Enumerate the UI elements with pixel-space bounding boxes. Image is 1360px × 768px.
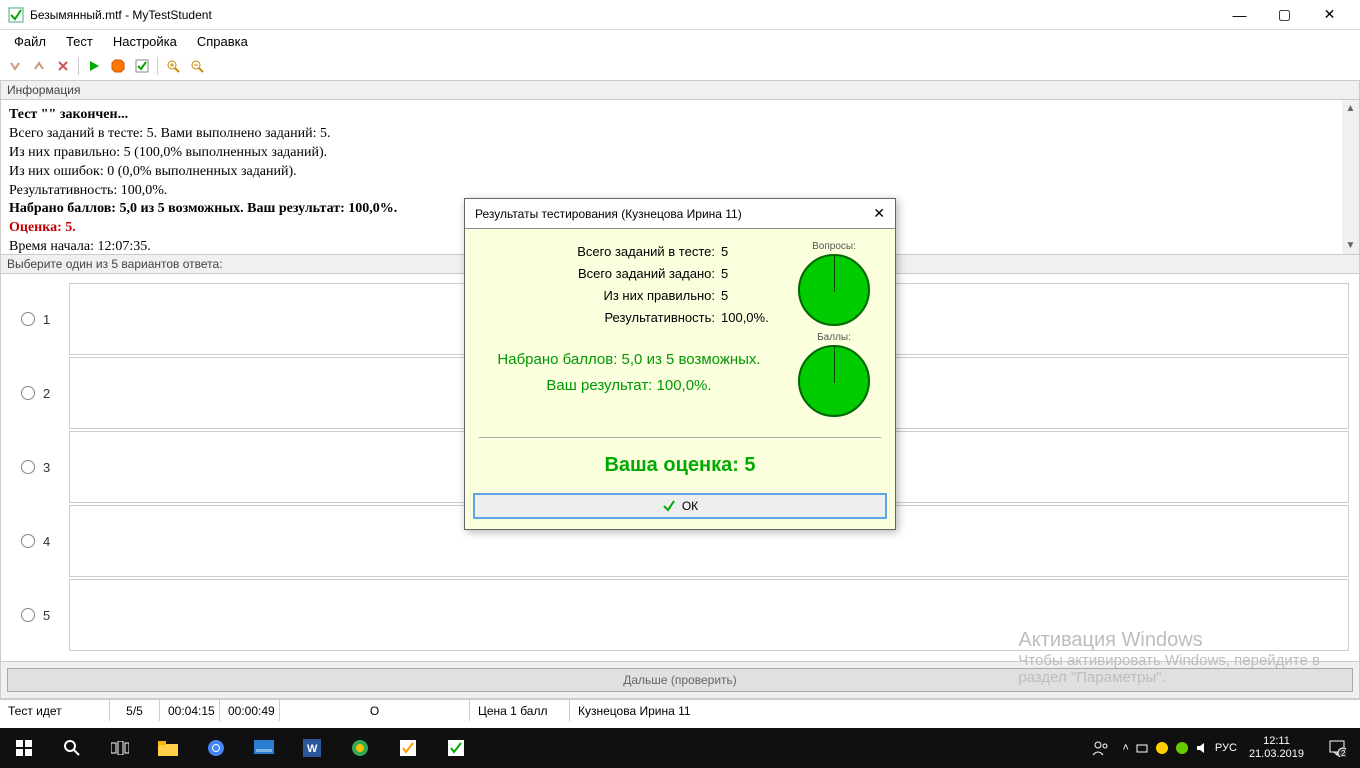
status-time2: 00:00:49 (220, 700, 280, 721)
app-icon-2[interactable] (384, 728, 432, 768)
menu-file[interactable]: Файл (4, 32, 56, 51)
dialog-titlebar: Результаты тестирования (Кузнецова Ирина… (465, 199, 895, 229)
start-button[interactable] (0, 728, 48, 768)
points-pie (798, 345, 870, 417)
answer-num: 5 (43, 608, 55, 623)
stat-value: 100,0%. (715, 307, 777, 329)
pie-label: Баллы: (789, 332, 879, 343)
word-icon[interactable]: W (288, 728, 336, 768)
radio-icon[interactable] (21, 460, 35, 474)
maximize-button[interactable]: ▢ (1262, 0, 1307, 30)
search-icon[interactable] (48, 728, 96, 768)
dialog-stats: Всего заданий в тесте:5 Всего заданий за… (481, 241, 777, 423)
volume-icon[interactable] (1195, 741, 1209, 755)
scrollbar[interactable]: ▲ ▼ (1342, 100, 1359, 254)
menubar: Файл Тест Настройка Справка (0, 30, 1360, 52)
language-indicator[interactable]: РУС (1215, 742, 1237, 754)
score-line: Набрано баллов: 5,0 из 5 возможных. (481, 347, 777, 373)
info-line: Всего заданий в тесте: 5. Вами выполнено… (9, 125, 1351, 144)
menu-settings[interactable]: Настройка (103, 32, 187, 51)
statusbar: Тест идет 5/5 00:04:15 00:00:49 О Цена 1… (0, 699, 1360, 721)
tray-chevron-icon[interactable]: ˄ (1122, 742, 1128, 754)
dialog-close-icon[interactable]: ✕ (873, 205, 885, 222)
scroll-track[interactable] (1342, 117, 1359, 237)
tray-icon-3[interactable] (1175, 741, 1189, 755)
stat-label: Всего заданий в тесте: (505, 241, 715, 263)
zoom-out-icon[interactable] (186, 55, 208, 77)
play-icon[interactable] (83, 55, 105, 77)
zoom-in-icon[interactable] (162, 55, 184, 77)
answer-num: 2 (43, 386, 55, 401)
radio-icon[interactable] (21, 386, 35, 400)
status-running: Тест идет (0, 700, 110, 721)
score-line: Ваш результат: 100,0%. (481, 373, 777, 399)
notifications-icon[interactable]: 2 (1316, 728, 1358, 768)
tray-icon-2[interactable] (1155, 741, 1169, 755)
stat-value: 5 (715, 241, 777, 263)
titlebar: Безымянный.mtf - MyTestStudent — ▢ ✕ (0, 0, 1360, 30)
windows-watermark: Активация Windows Чтобы активировать Win… (1018, 629, 1320, 686)
people-icon[interactable] (1086, 728, 1116, 768)
minimize-button[interactable]: — (1217, 0, 1262, 30)
answer-num: 3 (43, 460, 55, 475)
browser-icon[interactable] (336, 728, 384, 768)
info-line: Из них правильно: 5 (100,0% выполненных … (9, 144, 1351, 163)
file-explorer-icon[interactable] (144, 728, 192, 768)
status-price: Цена 1 балл (470, 700, 570, 721)
watermark-title: Активация Windows (1018, 629, 1320, 652)
stat-value: 5 (715, 263, 777, 285)
app-icon (8, 7, 24, 23)
menu-test[interactable]: Тест (56, 32, 103, 51)
info-line: Тест "" закончен... (9, 106, 1351, 125)
app-icon[interactable] (240, 728, 288, 768)
ok-label: ОК (682, 499, 698, 513)
check-icon[interactable] (131, 55, 153, 77)
stop-icon[interactable] (107, 55, 129, 77)
svg-text:W: W (307, 743, 318, 755)
info-header: Информация (0, 80, 1360, 100)
answer-num: 4 (43, 534, 55, 549)
answer-num: 1 (43, 312, 55, 327)
menu-help[interactable]: Справка (187, 32, 258, 51)
close-button[interactable]: ✕ (1307, 0, 1352, 30)
pie-label: Вопросы: (789, 241, 879, 252)
taskview-icon[interactable] (96, 728, 144, 768)
taskbar: W ˄ РУС 12:11 21.03.2019 2 (0, 728, 1360, 768)
arrow-up-icon[interactable] (28, 55, 50, 77)
checkmark-icon (662, 499, 676, 513)
radio-icon[interactable] (21, 312, 35, 326)
stat-label: Всего заданий задано: (505, 263, 715, 285)
app-icon-3[interactable] (432, 728, 480, 768)
dialog-title-text: Результаты тестирования (Кузнецова Ирина… (475, 207, 742, 221)
clock-date: 21.03.2019 (1249, 748, 1304, 761)
scroll-down-icon[interactable]: ▼ (1342, 237, 1359, 254)
window-title: Безымянный.mtf - MyTestStudent (30, 8, 212, 22)
status-progress: 5/5 (110, 700, 160, 721)
grade-text: Ваша оценка: 5 (465, 442, 895, 493)
radio-icon[interactable] (21, 608, 35, 622)
ok-button[interactable]: ОК (473, 493, 887, 519)
results-dialog: Результаты тестирования (Кузнецова Ирина… (464, 198, 896, 530)
toolbar (0, 52, 1360, 80)
stat-label: Из них правильно: (505, 285, 715, 307)
scroll-up-icon[interactable]: ▲ (1342, 100, 1359, 117)
stat-label: Результативность: (505, 307, 715, 329)
clock[interactable]: 12:11 21.03.2019 (1243, 735, 1310, 761)
arrow-down-icon[interactable] (4, 55, 26, 77)
stat-value: 5 (715, 285, 777, 307)
status-user: Кузнецова Ирина 11 (570, 700, 1360, 721)
chrome-icon[interactable] (192, 728, 240, 768)
watermark-line: раздел "Параметры". (1018, 669, 1320, 686)
dialog-charts: Вопросы: Баллы: (789, 241, 879, 423)
cancel-icon[interactable] (52, 55, 74, 77)
questions-pie (798, 254, 870, 326)
clock-time: 12:11 (1249, 735, 1304, 748)
tray-icon[interactable] (1135, 741, 1149, 755)
radio-icon[interactable] (21, 534, 35, 548)
info-line: Из них ошибок: 0 (0,0% выполненных задан… (9, 163, 1351, 182)
status-letter: О (280, 700, 470, 721)
svg-text:2: 2 (1341, 749, 1346, 757)
status-time1: 00:04:15 (160, 700, 220, 721)
watermark-line: Чтобы активировать Windows, перейдите в (1018, 652, 1320, 669)
